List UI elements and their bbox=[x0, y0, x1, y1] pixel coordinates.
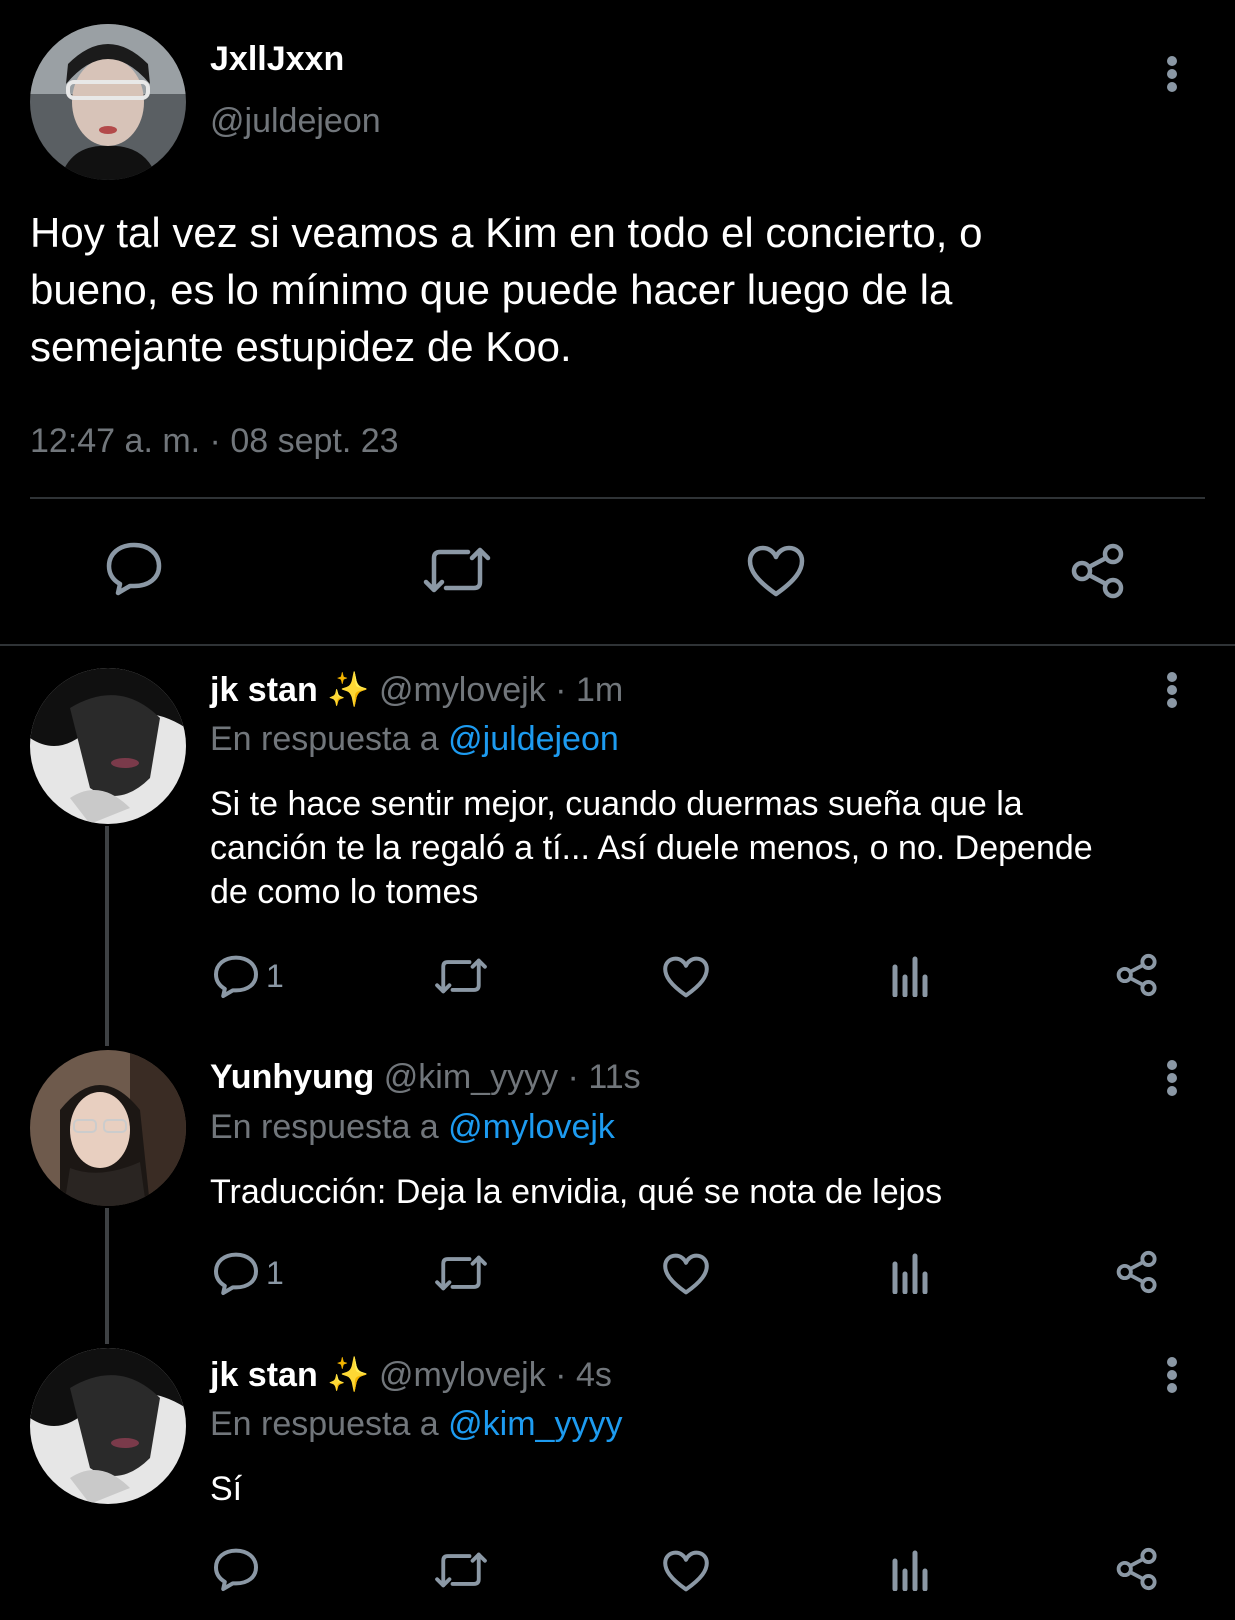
reply-mention-link[interactable]: @mylovejk bbox=[448, 1108, 615, 1146]
reply-text: Si te hace sentir mejor, cuando duermas … bbox=[210, 782, 1093, 914]
main-tweet-line: bueno, es lo mínimo que puede hacer lueg… bbox=[30, 266, 953, 313]
sparkles-emoji: ✨ bbox=[327, 671, 370, 709]
reply-count: 1 bbox=[266, 1255, 284, 1291]
reply-icon[interactable] bbox=[104, 540, 164, 596]
like-icon[interactable] bbox=[662, 1549, 710, 1593]
reply-more-options-icon[interactable] bbox=[1160, 1355, 1184, 1395]
reply-icon[interactable] bbox=[212, 1250, 260, 1296]
like-icon[interactable] bbox=[662, 1252, 710, 1296]
reply-in-reply-to: En respuesta a @juldejeon bbox=[210, 720, 619, 759]
reply-count: 1 bbox=[266, 958, 284, 994]
reply-text-line: Traducción: Deja la envidia, qué se nota… bbox=[210, 1173, 943, 1211]
main-display-name[interactable]: JxllJxxn bbox=[210, 40, 344, 79]
share-icon[interactable] bbox=[1114, 1546, 1160, 1592]
views-icon[interactable] bbox=[890, 1252, 932, 1294]
reply-separator: · bbox=[558, 1058, 589, 1096]
reply-display-name[interactable]: jk stan bbox=[210, 671, 318, 709]
reply-avatar[interactable] bbox=[30, 668, 186, 824]
main-avatar[interactable] bbox=[30, 24, 186, 180]
reply-avatar[interactable] bbox=[30, 1348, 186, 1504]
main-timestamp[interactable]: 12:47 a. m. · 08 sept. 23 bbox=[30, 422, 399, 461]
main-more-options-icon[interactable] bbox=[1160, 54, 1184, 94]
reply-text-line: canción te la regaló a tí... Así duele m… bbox=[210, 829, 1093, 867]
reply-display-name[interactable]: jk stan bbox=[210, 1356, 318, 1394]
like-icon[interactable] bbox=[662, 955, 710, 999]
views-icon[interactable] bbox=[890, 955, 932, 997]
reply-handle[interactable]: @mylovejk bbox=[379, 1356, 546, 1394]
reply-handle[interactable]: @mylovejk bbox=[379, 671, 546, 709]
reply-separator: · bbox=[545, 671, 576, 709]
retweet-icon[interactable] bbox=[422, 544, 492, 596]
like-icon[interactable] bbox=[746, 544, 806, 598]
reply-display-name[interactable]: Yunhyung bbox=[210, 1058, 374, 1096]
divider bbox=[30, 497, 1205, 499]
reply-time[interactable]: 11s bbox=[588, 1058, 640, 1096]
main-tweet-line: Hoy tal vez si veamos a Kim en todo el c… bbox=[30, 209, 983, 256]
share-icon[interactable] bbox=[1114, 1249, 1160, 1295]
reply-prefix: En respuesta a bbox=[210, 1108, 449, 1146]
reply-in-reply-to: En respuesta a @kim_yyyy bbox=[210, 1405, 622, 1444]
reply-separator: · bbox=[545, 1356, 576, 1394]
thread-line bbox=[105, 1208, 109, 1344]
retweet-icon[interactable] bbox=[434, 1252, 488, 1294]
thread-line bbox=[105, 826, 109, 1046]
views-icon[interactable] bbox=[890, 1549, 932, 1591]
share-icon[interactable] bbox=[1114, 952, 1160, 998]
reply-text-line: Sí bbox=[210, 1470, 243, 1508]
reply-time[interactable]: 4s bbox=[576, 1356, 612, 1394]
section-divider bbox=[0, 644, 1235, 646]
reply-prefix: En respuesta a bbox=[210, 1405, 449, 1443]
reply-mention-link[interactable]: @juldejeon bbox=[448, 720, 619, 758]
reply-text-line: Si te hace sentir mejor, cuando duermas … bbox=[210, 785, 1023, 823]
reply-mention-link[interactable]: @kim_yyyy bbox=[448, 1405, 622, 1443]
reply-icon[interactable] bbox=[212, 1546, 260, 1592]
reply-header: jk stan ✨ @mylovejk · 4s bbox=[210, 1355, 612, 1395]
main-tweet-text: Hoy tal vez si veamos a Kim en todo el c… bbox=[30, 204, 1210, 375]
share-icon[interactable] bbox=[1068, 542, 1128, 600]
main-handle[interactable]: @juldejeon bbox=[210, 102, 381, 141]
sparkles-emoji: ✨ bbox=[327, 1356, 370, 1394]
reply-more-options-icon[interactable] bbox=[1160, 670, 1184, 710]
reply-text: Sí bbox=[210, 1467, 242, 1511]
reply-more-options-icon[interactable] bbox=[1160, 1058, 1184, 1098]
retweet-icon[interactable] bbox=[434, 1549, 488, 1591]
reply-avatar[interactable] bbox=[30, 1050, 186, 1206]
reply-in-reply-to: En respuesta a @mylovejk bbox=[210, 1108, 615, 1147]
reply-text: Traducción: Deja la envidia, qué se nota… bbox=[210, 1170, 942, 1214]
retweet-icon[interactable] bbox=[434, 955, 488, 997]
reply-header: jk stan ✨ @mylovejk · 1m bbox=[210, 670, 623, 710]
reply-icon[interactable] bbox=[212, 953, 260, 999]
reply-prefix: En respuesta a bbox=[210, 720, 449, 758]
reply-text-line: de como lo tomes bbox=[210, 873, 479, 911]
reply-header: Yunhyung @kim_yyyy · 11s bbox=[210, 1058, 641, 1097]
reply-time[interactable]: 1m bbox=[576, 671, 623, 709]
reply-handle[interactable]: @kim_yyyy bbox=[384, 1058, 558, 1096]
main-tweet-line: semejante estupidez de Koo. bbox=[30, 323, 572, 370]
